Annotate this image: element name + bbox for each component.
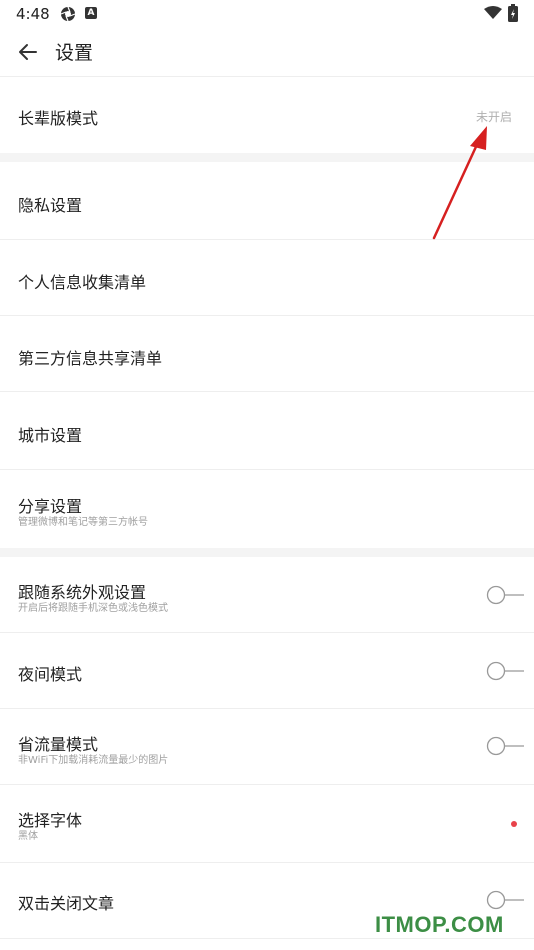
toggle-switch[interactable] (486, 660, 526, 682)
setting-label: 双击关闭文章 (18, 894, 115, 913)
setting-label: 隐私设置 (18, 196, 83, 215)
wifi-icon (484, 6, 502, 19)
section-gap (0, 153, 534, 162)
setting-label: 个人信息收集清单 (18, 273, 147, 292)
battery-icon (508, 4, 518, 22)
setting-font[interactable]: 选择字体 黑体 (0, 785, 534, 863)
setting-label: 第三方信息共享清单 (18, 349, 163, 368)
setting-data-saver[interactable]: 省流量模式 非WiFi下加载消耗流量最少的图片 (0, 709, 534, 785)
toggle-switch[interactable] (486, 889, 526, 911)
row-divider (0, 938, 534, 939)
setting-city[interactable]: 城市设置 (0, 392, 534, 470)
setting-share[interactable]: 分享设置 管理微博和笔记等第三方帐号 (0, 470, 534, 548)
setting-personal-info-list[interactable]: 个人信息收集清单 (0, 240, 534, 316)
app-bar: 设置 (0, 28, 534, 76)
setting-description: 黑体 (18, 831, 38, 842)
toggle-switch[interactable] (486, 584, 526, 606)
setting-label: 夜间模式 (18, 665, 83, 684)
status-bar: 4:48 A (0, 0, 534, 28)
red-dot-indicator (511, 821, 517, 827)
status-time: 4:48 (16, 5, 50, 23)
setting-follow-system-theme[interactable]: 跟随系统外观设置 开启后将跟随手机深色或浅色模式 (0, 557, 534, 633)
watermark-text: ITMOP.COM (375, 912, 504, 937)
toggle-switch[interactable] (486, 735, 526, 757)
setting-description: 管理微博和笔记等第三方帐号 (18, 517, 148, 528)
page-title: 设置 (55, 42, 94, 64)
setting-value: 未开启 (475, 110, 512, 124)
setting-night-mode[interactable]: 夜间模式 (0, 633, 534, 709)
setting-privacy[interactable]: 隐私设置 (0, 162, 534, 240)
setting-elder-mode[interactable]: 长辈版模式 未开启 (0, 77, 534, 153)
setting-third-party-list[interactable]: 第三方信息共享清单 (0, 316, 534, 392)
section-gap (0, 548, 534, 557)
setting-label: 城市设置 (18, 426, 83, 445)
back-arrow-icon[interactable] (16, 40, 40, 64)
aperture-icon (60, 6, 76, 22)
notification-a-icon: A (85, 7, 97, 19)
setting-description: 开启后将跟随手机深色或浅色模式 (18, 603, 168, 614)
setting-label: 长辈版模式 (18, 109, 99, 128)
setting-description: 非WiFi下加载消耗流量最少的图片 (18, 755, 169, 766)
